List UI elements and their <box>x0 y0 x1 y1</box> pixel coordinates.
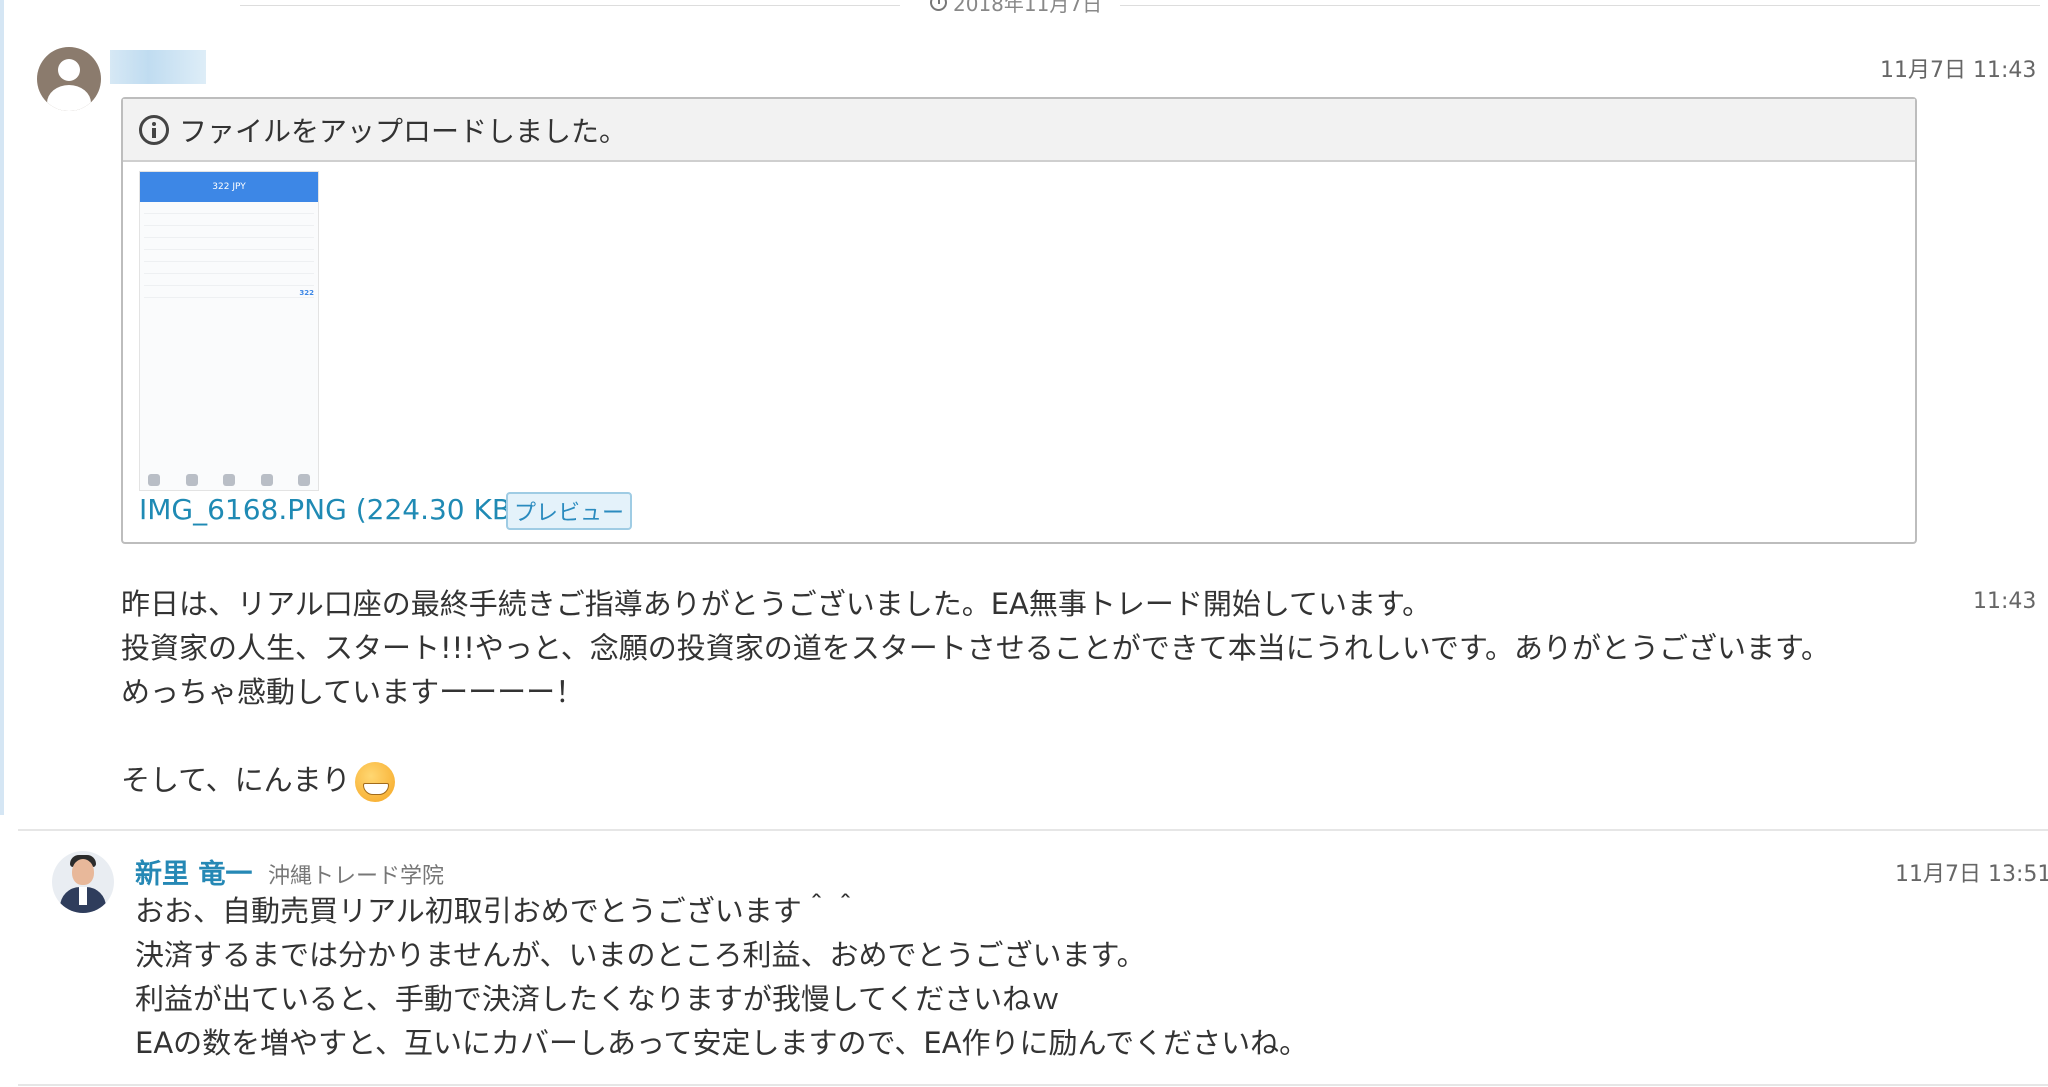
upload-notice: ファイルをアップロードしました。 <box>179 114 628 148</box>
reply-line: 決済するまでは分かりませんが、いまのところ利益、おめでとうございます。 <box>135 938 1146 972</box>
message-line: 投資家の人生、スタート!!!やっと、念願の投資家の道をスタートさせることができて… <box>121 631 1831 665</box>
message-separator <box>18 829 2048 831</box>
thumbnail-row <box>144 229 314 238</box>
thumbnail-row <box>144 265 314 274</box>
file-upload-card: ファイルをアップロードしました。 322 JPY 322 IMG_6168.PN… <box>121 97 1917 544</box>
thumbnail-row <box>144 253 314 262</box>
avatar[interactable] <box>37 47 101 111</box>
thumbnail-header: 322 JPY <box>140 172 318 202</box>
avatar-face <box>72 859 94 885</box>
message-timestamp: 11月7日 13:51 <box>1895 862 2048 887</box>
thumbnail-row <box>144 217 314 226</box>
thumbnail-row <box>144 205 314 214</box>
message-highlight-bar <box>0 0 4 815</box>
date-separator-label: 2018年11月7日 <box>953 0 1103 16</box>
author-org: 沖縄トレード学院 <box>268 864 445 889</box>
message-timestamp: 11月7日 11:43 <box>1880 58 2037 83</box>
avatar-body <box>47 85 91 111</box>
thumbnail-value: 322 <box>299 289 314 297</box>
date-divider-left <box>240 5 900 6</box>
info-icon <box>139 114 169 145</box>
avatar-head <box>58 59 80 81</box>
toolbar-icon <box>260 474 273 486</box>
image-thumbnail[interactable]: 322 JPY 322 <box>139 171 319 491</box>
message-line: そして、にんまり <box>121 763 351 797</box>
blurred-username <box>110 50 206 84</box>
reply-line: EAの数を増やすと、互いにカバーしあって安定しますので、EA作りに励んでください… <box>135 1026 1309 1060</box>
thumbnail-row: 322 <box>144 289 314 298</box>
message-line-with-emoji: そして、にんまり <box>121 758 395 802</box>
clock-icon <box>930 0 947 11</box>
toolbar-icon <box>298 474 310 486</box>
grinning-emoji-icon <box>354 762 395 802</box>
reply-line: 利益が出ていると、手動で決済したくなりますが我慢してくださいねｗ <box>135 982 1061 1016</box>
upload-header: ファイルをアップロードしました。 <box>123 99 1915 162</box>
date-separator: 2018年11月7日 <box>920 0 1113 16</box>
file-link[interactable]: IMG_6168.PNG (224.30 KB) <box>139 493 522 526</box>
message-separator <box>18 1084 2048 1086</box>
toolbar-icon <box>223 474 235 486</box>
thumbnail-row <box>144 241 314 250</box>
author-name[interactable]: 新里 竜一 <box>135 852 252 891</box>
thumbnail-row <box>144 277 314 286</box>
avatar[interactable] <box>52 851 114 913</box>
message-line: めっちゃ感動していますーーーー！ <box>121 675 585 709</box>
preview-button[interactable]: プレビュー <box>506 492 632 530</box>
toolbar-icon <box>185 474 198 486</box>
toolbar-icon <box>148 474 160 486</box>
message-timestamp: 11:43 <box>1973 589 2037 614</box>
thumbnail-toolbar <box>148 474 310 486</box>
message-line: 昨日は、リアル口座の最終手続きご指導ありがとうございました。EA無事トレード開始… <box>121 587 1432 621</box>
reply-line: おお、自動売買リアル初取引おめでとうございます＾＾ <box>135 894 860 928</box>
date-divider-right <box>1120 5 2040 6</box>
avatar-shirt <box>79 887 87 905</box>
